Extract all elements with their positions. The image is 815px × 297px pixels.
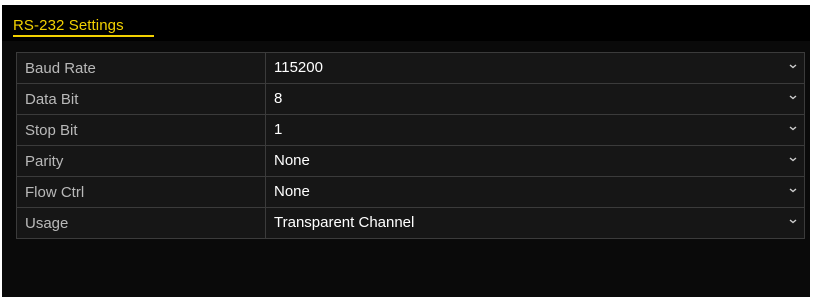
parity-select[interactable]: None	[265, 145, 805, 177]
setting-label: Parity	[16, 145, 266, 177]
setting-label: Usage	[16, 207, 266, 239]
setting-row-baud-rate: Baud Rate 115200	[16, 52, 805, 84]
setting-row-flow-ctrl: Flow Ctrl None	[16, 176, 805, 208]
setting-row-usage: Usage Transparent Channel	[16, 207, 805, 239]
setting-value: None	[274, 152, 310, 169]
flow-ctrl-select[interactable]: None	[265, 176, 805, 208]
setting-row-stop-bit: Stop Bit 1	[16, 114, 805, 146]
active-tab-underline	[13, 35, 154, 37]
baud-rate-select[interactable]: 115200	[265, 52, 805, 84]
setting-label: Flow Ctrl	[16, 176, 266, 208]
chevron-down-icon[interactable]	[788, 92, 798, 102]
setting-row-data-bit: Data Bit 8	[16, 83, 805, 115]
chevron-down-icon[interactable]	[788, 216, 798, 226]
chevron-down-icon[interactable]	[788, 61, 798, 71]
chevron-down-icon[interactable]	[788, 154, 798, 164]
setting-value: 8	[274, 90, 283, 107]
usage-select[interactable]: Transparent Channel	[265, 207, 805, 239]
chevron-down-icon[interactable]	[788, 123, 798, 133]
panel-header: RS-232 Settings	[2, 5, 810, 41]
setting-label: Data Bit	[16, 83, 266, 115]
settings-table: Baud Rate 115200 Data Bit 8 Stop Bit 1 P…	[16, 52, 805, 239]
setting-label: Baud Rate	[16, 52, 266, 84]
setting-value: 1	[274, 121, 283, 138]
tab-rs232-settings[interactable]: RS-232 Settings	[13, 17, 124, 34]
rs232-settings-panel: RS-232 Settings Baud Rate 115200 Data Bi…	[2, 5, 810, 297]
setting-value: Transparent Channel	[274, 214, 415, 231]
setting-value: 115200	[274, 59, 323, 76]
setting-label: Stop Bit	[16, 114, 266, 146]
chevron-down-icon[interactable]	[788, 185, 798, 195]
stop-bit-select[interactable]: 1	[265, 114, 805, 146]
setting-value: None	[274, 183, 310, 200]
setting-row-parity: Parity None	[16, 145, 805, 177]
data-bit-select[interactable]: 8	[265, 83, 805, 115]
